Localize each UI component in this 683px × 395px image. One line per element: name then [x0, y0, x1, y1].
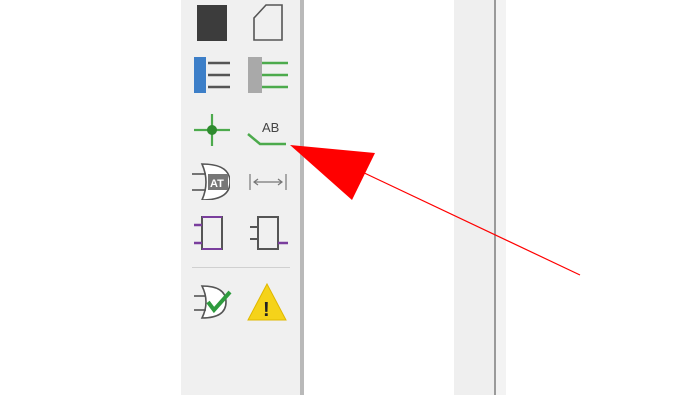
side-panel — [454, 0, 494, 395]
svg-text:AT: AT — [210, 178, 224, 190]
attribute-tool[interactable]: AT — [190, 160, 230, 200]
junction-tool[interactable] — [192, 110, 232, 150]
side-panel-strip — [496, 0, 506, 395]
port-left-tool[interactable] — [192, 213, 232, 253]
dimension-tool[interactable] — [248, 160, 288, 200]
port-right-tool[interactable] — [248, 213, 288, 253]
svg-text:AB: AB — [262, 120, 279, 135]
warning-tool[interactable]: ! — [247, 282, 287, 322]
net-label-tool[interactable]: AB — [246, 110, 286, 150]
filled-rect-tool[interactable] — [192, 2, 232, 42]
check-gate-tool[interactable] — [192, 282, 232, 322]
bus-entry-green-tool[interactable] — [248, 55, 288, 95]
filled-rectangle-icon — [197, 5, 227, 41]
bus-entry-blue-tool[interactable] — [192, 55, 232, 95]
bus-entry-green-icon — [248, 57, 288, 93]
sheet-outline-icon — [253, 4, 283, 41]
warning-icon: ! — [247, 282, 287, 321]
canvas-area — [304, 0, 454, 395]
junction-icon — [194, 114, 230, 146]
sheet-outline-tool[interactable] — [248, 2, 288, 42]
svg-text:!: ! — [263, 299, 270, 321]
port-right-icon — [250, 216, 288, 250]
port-left-icon — [194, 216, 223, 250]
net-label-icon: AB — [247, 120, 286, 146]
attribute-icon: AT — [192, 163, 230, 200]
toolbar-separator — [192, 267, 290, 268]
dimension-icon — [249, 174, 287, 190]
check-gate-icon — [194, 285, 232, 319]
bus-entry-blue-icon — [194, 57, 230, 93]
